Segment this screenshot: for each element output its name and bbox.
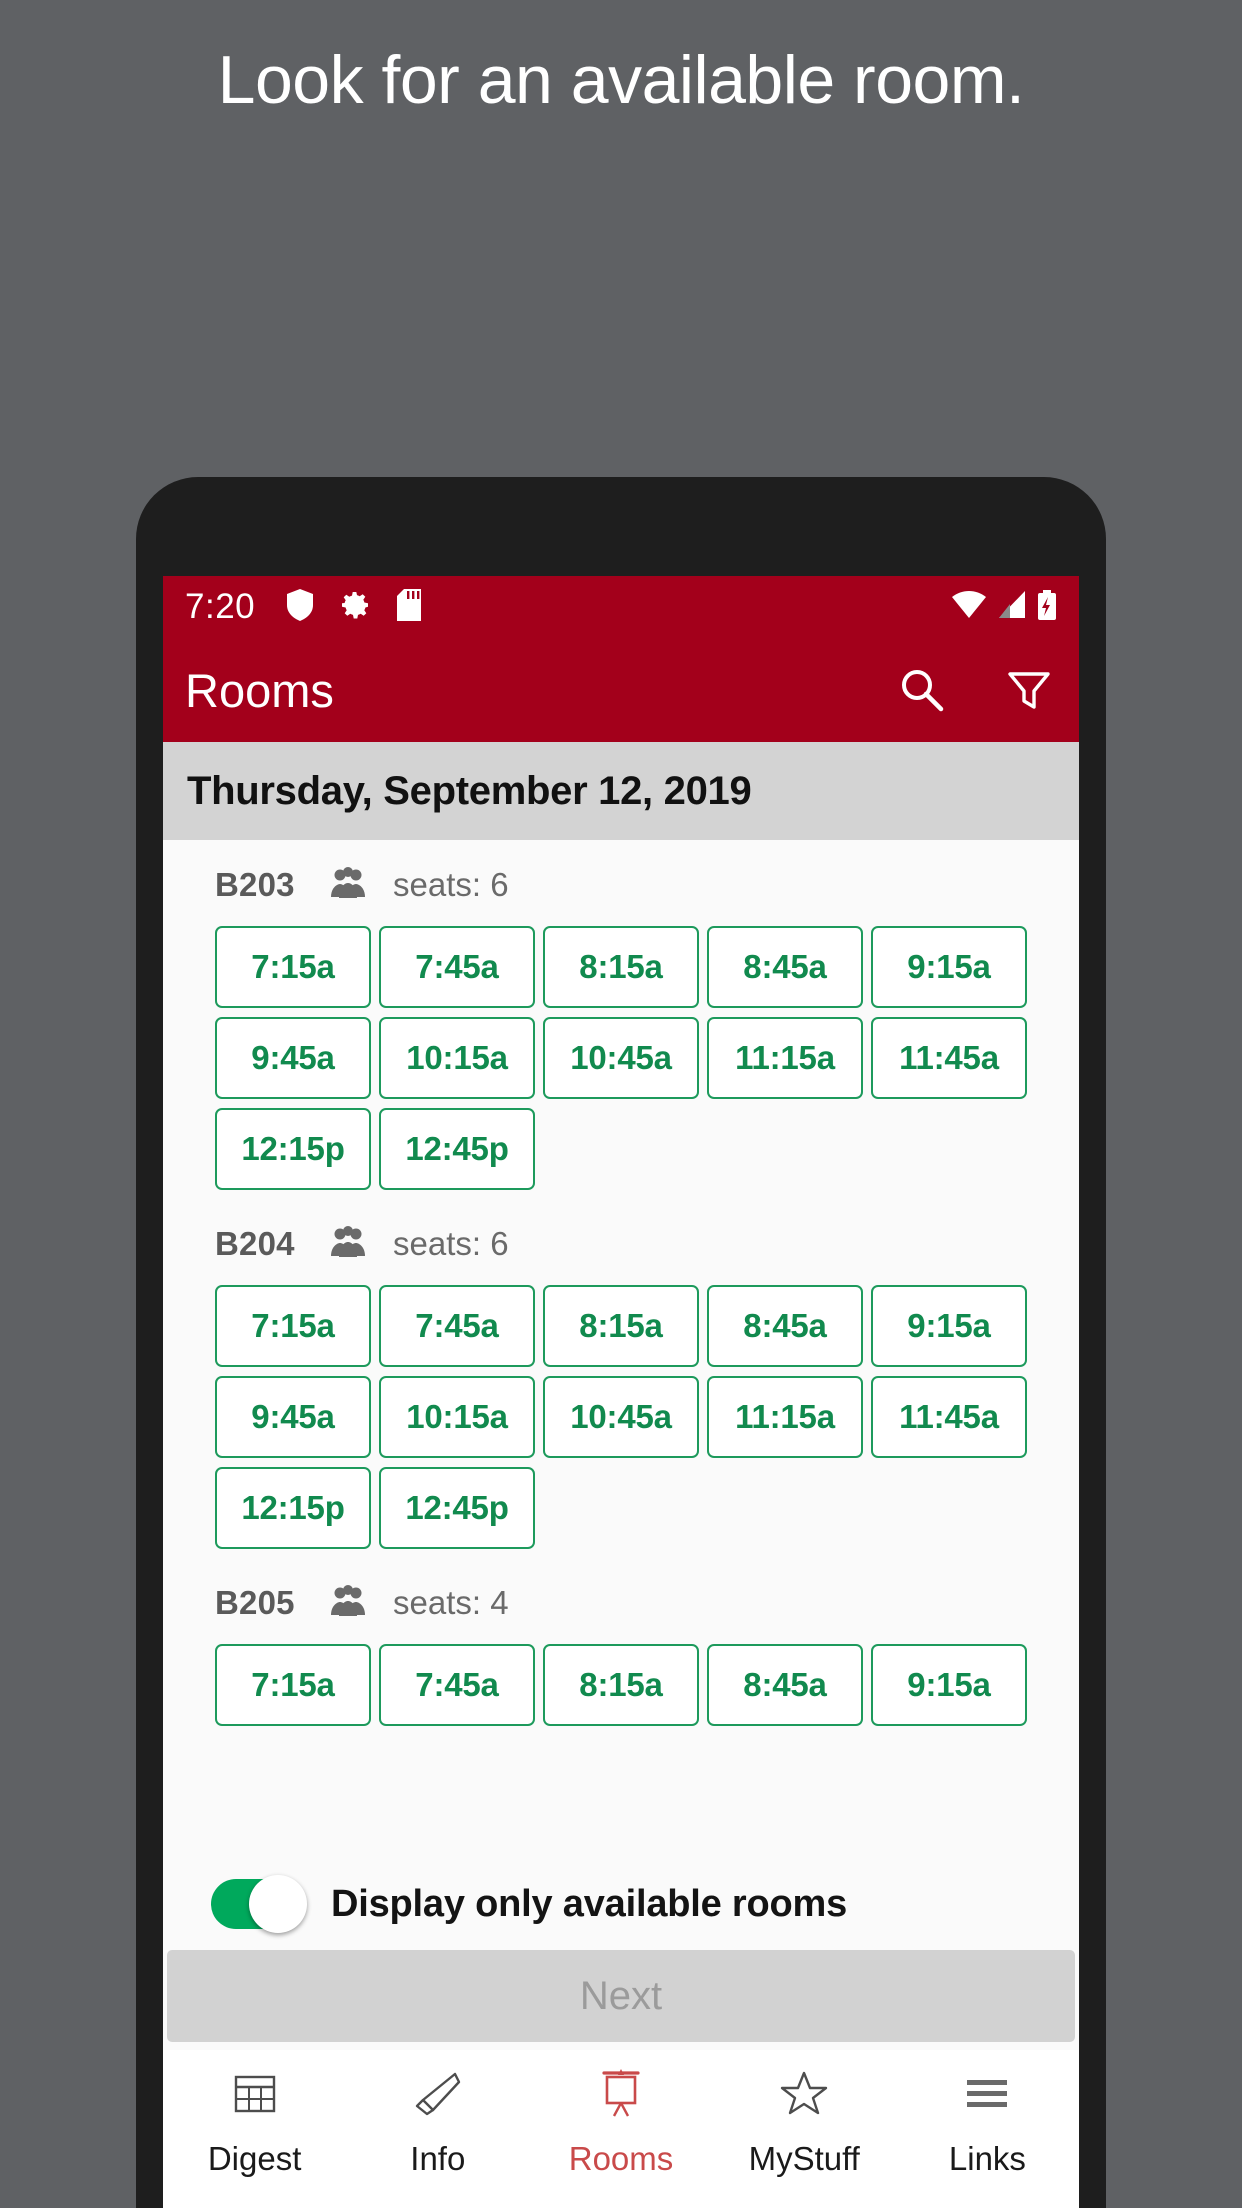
presentation-icon: [598, 2066, 644, 2120]
nav-item-label: Rooms: [568, 2140, 674, 2177]
timeslot-button[interactable]: 9:45a: [215, 1017, 371, 1099]
timeslot-row: 9:45a 10:15a 10:45a 11:15a 11:45a: [215, 1376, 1049, 1458]
star-icon: [780, 2066, 828, 2120]
calendar-icon: [232, 2066, 278, 2120]
room-header: B203 seats: 6: [163, 840, 1079, 926]
nav-item-label: Digest: [207, 2140, 302, 2177]
phone-screen: 7:20 Rooms Thursday, September 12, 2019 …: [163, 576, 1079, 2208]
nav-item-label: Info: [410, 2140, 466, 2177]
timeslot-button[interactable]: 7:15a: [215, 1644, 371, 1726]
timeslot-button[interactable]: 8:15a: [543, 926, 699, 1008]
room-seats-label: seats: 4: [393, 1584, 509, 1621]
room-name: B205: [215, 1584, 295, 1621]
timeslot-button[interactable]: 9:15a: [871, 926, 1027, 1008]
room-timeslot-grid: 7:15a 7:45a 8:15a 8:45a 9:15a: [163, 1644, 1079, 1726]
timeslot-row: 9:45a 10:15a 10:45a 11:15a 11:45a: [215, 1017, 1049, 1099]
gear-icon: [339, 589, 371, 626]
nav-item-info[interactable]: Info: [346, 2066, 529, 2178]
status-bar-clock: 7:20: [185, 587, 256, 626]
available-rooms-toggle[interactable]: [211, 1875, 307, 1933]
date-header-text: Thursday, September 12, 2019: [187, 768, 752, 813]
page-title: Look for an available room.: [217, 42, 1025, 118]
app-bar-actions: [897, 665, 1053, 715]
timeslot-button[interactable]: 11:45a: [871, 1017, 1027, 1099]
timeslot-button[interactable]: 11:15a: [707, 1017, 863, 1099]
timeslot-button[interactable]: 7:45a: [379, 1644, 535, 1726]
timeslot-button[interactable]: 12:15p: [215, 1467, 371, 1549]
timeslot-button[interactable]: 10:45a: [543, 1017, 699, 1099]
timeslot-button[interactable]: 11:45a: [871, 1376, 1027, 1458]
cell-signal-icon: [997, 590, 1027, 624]
room-header: B204 seats: 6: [163, 1199, 1079, 1285]
timeslot-button[interactable]: 11:15a: [707, 1376, 863, 1458]
toggle-knob: [249, 1875, 307, 1933]
timeslot-button[interactable]: 8:15a: [543, 1644, 699, 1726]
people-icon: [329, 866, 367, 904]
timeslot-button[interactable]: 10:15a: [379, 1376, 535, 1458]
people-icon: [329, 1584, 367, 1622]
room-name: B204: [215, 1225, 295, 1262]
search-icon[interactable]: [897, 665, 947, 715]
timeslot-button[interactable]: 7:45a: [379, 926, 535, 1008]
timeslot-row: 12:15p 12:45p: [215, 1467, 1049, 1549]
timeslot-button[interactable]: 12:45p: [379, 1108, 535, 1190]
timeslot-row: 7:15a 7:45a 8:15a 8:45a 9:15a: [215, 926, 1049, 1008]
room-timeslot-grid: 7:15a 7:45a 8:15a 8:45a 9:15a 9:45a 10:15a 10:4…: [163, 1285, 1079, 1549]
app-bar: Rooms: [163, 638, 1079, 742]
timeslot-button[interactable]: 10:45a: [543, 1376, 699, 1458]
timeslot-button[interactable]: 8:15a: [543, 1285, 699, 1367]
room-header: B205 seats: 4: [163, 1558, 1079, 1644]
timeslot-button[interactable]: 7:15a: [215, 926, 371, 1008]
timeslot-button[interactable]: 9:45a: [215, 1376, 371, 1458]
sd-card-icon: [397, 588, 422, 626]
timeslot-button[interactable]: 7:45a: [379, 1285, 535, 1367]
bottom-navigation: Digest Info Rooms MyStuff Links: [163, 2050, 1079, 2208]
hamburger-icon: [964, 2066, 1010, 2120]
timeslot-row: 7:15a 7:45a 8:15a 8:45a 9:15a: [215, 1285, 1049, 1367]
timeslot-button[interactable]: 8:45a: [707, 926, 863, 1008]
room-name: B203: [215, 866, 295, 903]
room-seats-label: seats: 6: [393, 866, 509, 903]
megaphone-icon: [413, 2066, 463, 2120]
timeslot-button[interactable]: 8:45a: [707, 1644, 863, 1726]
available-rooms-toggle-label: Display only available rooms: [331, 1882, 848, 1925]
nav-item-label: Links: [948, 2140, 1026, 2177]
nav-item-links[interactable]: Links: [896, 2066, 1079, 2178]
timeslot-button[interactable]: 10:15a: [379, 1017, 535, 1099]
timeslot-button[interactable]: 12:45p: [379, 1467, 535, 1549]
room-timeslot-grid: 7:15a 7:45a 8:15a 8:45a 9:15a 9:45a 10:15a 10:4…: [163, 926, 1079, 1190]
status-bar: 7:20: [163, 576, 1079, 638]
status-bar-left-icons: [287, 588, 422, 626]
timeslot-row: 7:15a 7:45a 8:15a 8:45a 9:15a: [215, 1644, 1049, 1726]
timeslot-button[interactable]: 12:15p: [215, 1108, 371, 1190]
battery-charging-icon: [1037, 589, 1057, 625]
nav-item-digest[interactable]: Digest: [163, 2066, 346, 2178]
people-icon: [329, 1225, 367, 1263]
date-header: Thursday, September 12, 2019: [163, 742, 1079, 840]
available-rooms-toggle-row[interactable]: Display only available rooms: [163, 1858, 1079, 1950]
next-button[interactable]: Next: [167, 1950, 1075, 2042]
shield-icon: [287, 588, 314, 626]
nav-item-mystuff[interactable]: MyStuff: [713, 2066, 896, 2178]
timeslot-row: 12:15p 12:45p: [215, 1108, 1049, 1190]
wifi-icon: [951, 590, 987, 624]
room-list[interactable]: B203 seats: 6 7:15a 7:45a 8:15a 8:45a 9:15a 9:4…: [163, 840, 1079, 1858]
room-seats-label: seats: 6: [393, 1225, 509, 1262]
timeslot-button[interactable]: 7:15a: [215, 1285, 371, 1367]
nav-item-rooms[interactable]: Rooms: [529, 2066, 712, 2178]
app-bar-title: Rooms: [185, 663, 334, 717]
phone-device-frame: 7:20 Rooms Thursday, September 12, 2019 …: [136, 477, 1106, 2208]
status-bar-right-icons: [951, 589, 1057, 625]
timeslot-button[interactable]: 8:45a: [707, 1285, 863, 1367]
timeslot-button[interactable]: 9:15a: [871, 1644, 1027, 1726]
next-button-container: Next: [163, 1950, 1079, 2050]
nav-item-label: MyStuff: [748, 2140, 860, 2177]
timeslot-button[interactable]: 9:15a: [871, 1285, 1027, 1367]
filter-icon[interactable]: [1005, 666, 1053, 714]
